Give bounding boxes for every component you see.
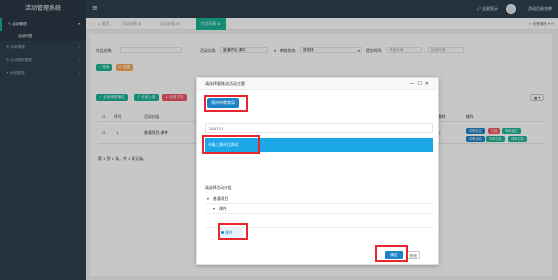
highlight-box <box>202 135 260 154</box>
tree-node-label: 课件 <box>219 206 227 211</box>
tree-node[interactable]: ▾ 课件 <box>205 204 433 214</box>
modal-window-controls: —☐✕ <box>409 78 432 90</box>
tree-node[interactable]: ▾ 普通项目 <box>205 194 433 204</box>
group-tree-title: 请选择活动分组 <box>205 185 232 190</box>
highlight-box <box>204 95 248 112</box>
modal-title: 请选择要推送活动主题 <box>205 81 245 86</box>
highlight-box <box>375 245 408 262</box>
activity-search-input[interactable]: 240711 <box>205 123 433 133</box>
close-button[interactable]: 关闭 <box>406 251 420 259</box>
close-icon[interactable]: ✕ <box>425 81 432 87</box>
modal-header: 请选择要推送活动主题 —☐✕ <box>197 78 438 90</box>
chevron-down-icon[interactable]: ▾ <box>207 194 209 204</box>
maximize-icon[interactable]: ☐ <box>417 81 424 87</box>
tree-node-label: 普通项目 <box>213 196 229 201</box>
chevron-down-icon[interactable]: ▾ <box>213 204 215 214</box>
highlight-box <box>218 223 248 240</box>
